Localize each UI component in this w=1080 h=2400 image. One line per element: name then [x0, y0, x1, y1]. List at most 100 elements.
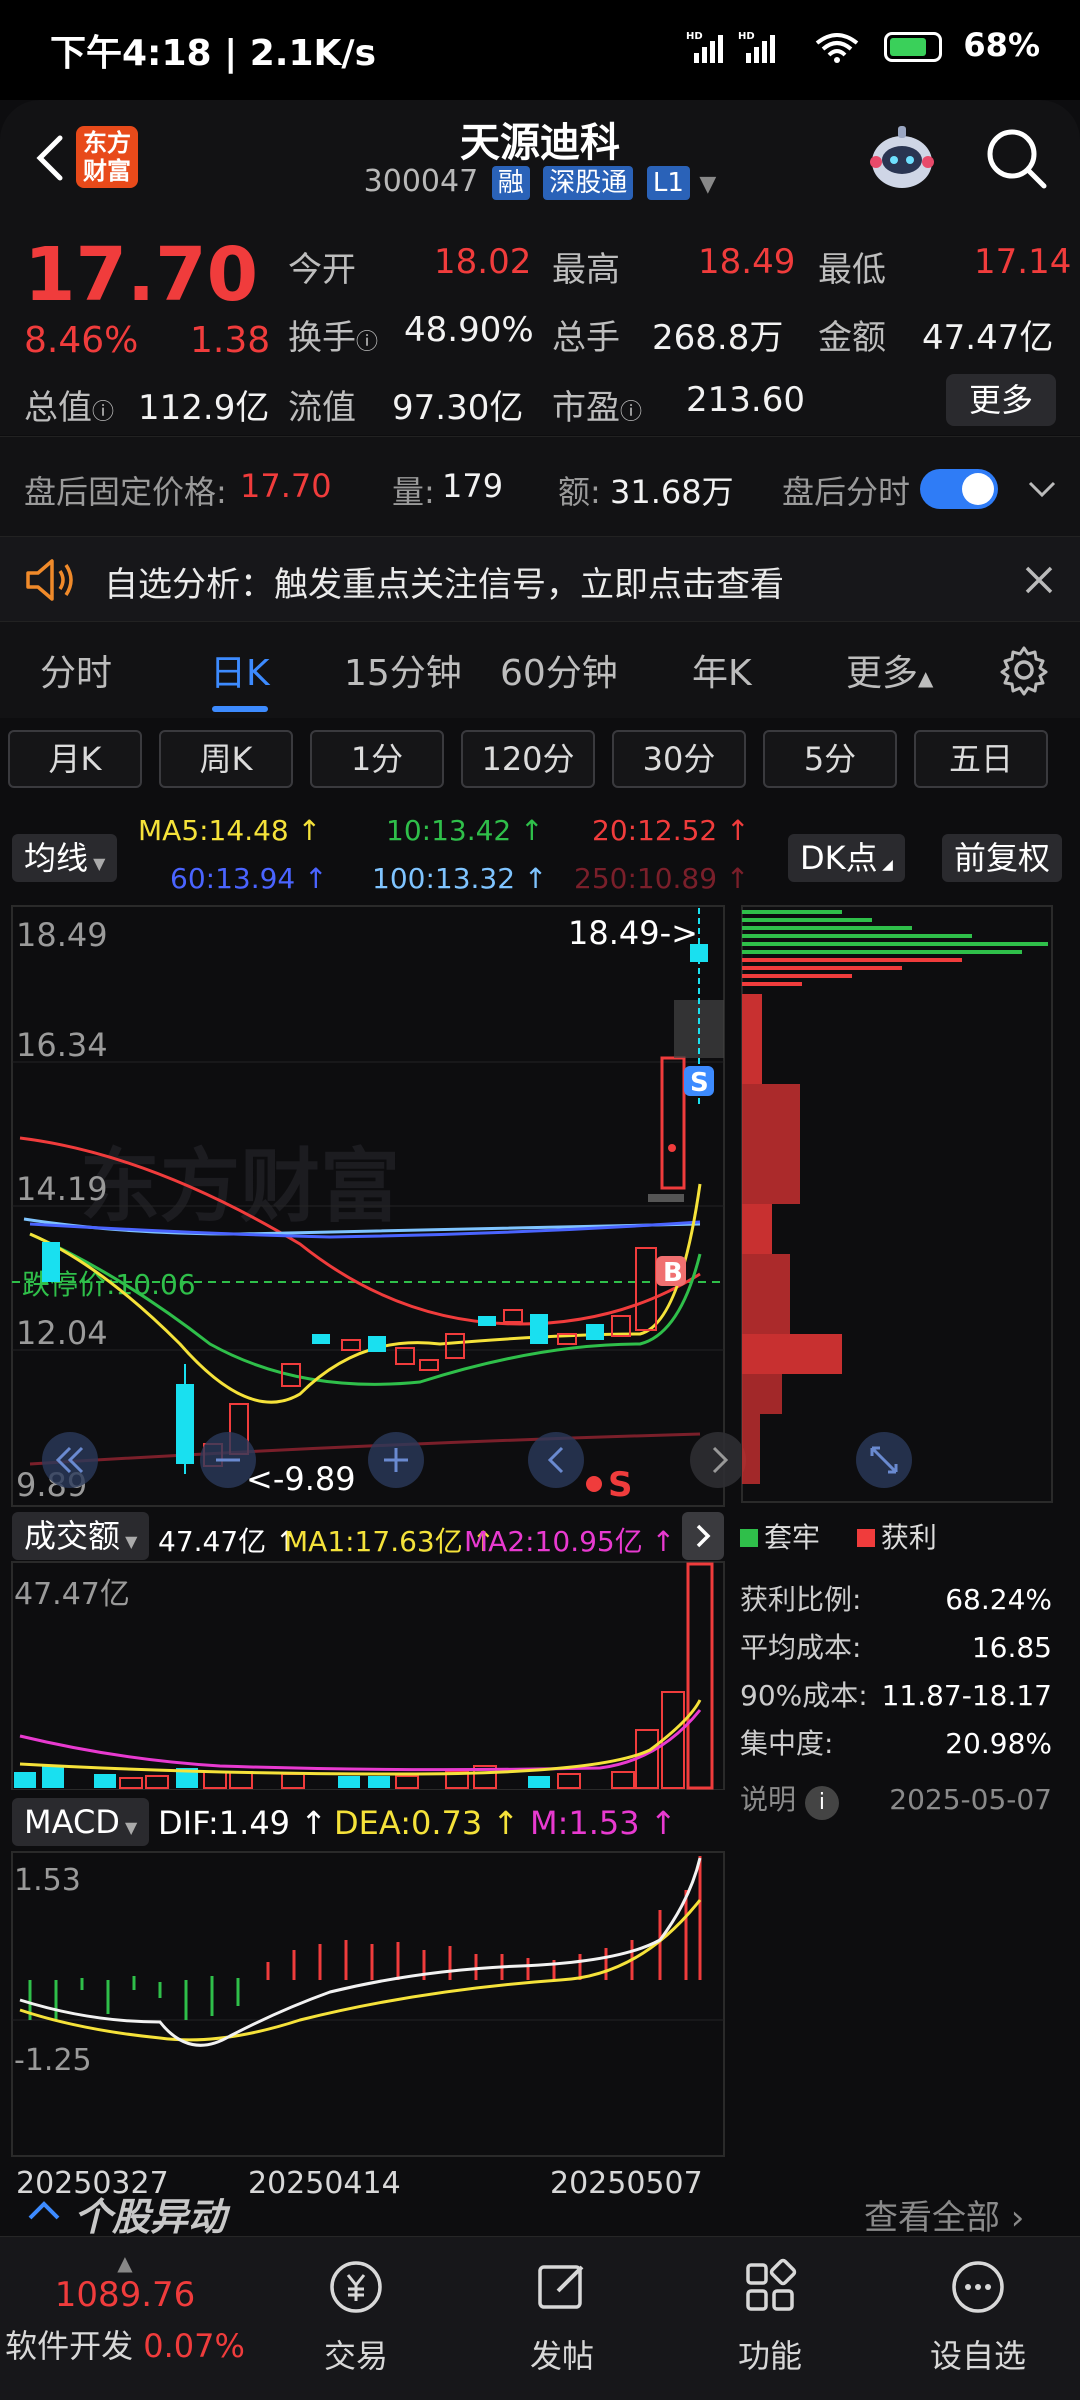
wifi-icon — [815, 33, 859, 63]
profit-swatch — [856, 1529, 875, 1547]
chevron-up-icon[interactable] — [26, 2196, 62, 2222]
float-cap-label: 流值 — [288, 388, 356, 428]
chip-30min[interactable]: 30分 — [612, 730, 746, 788]
volume-dropdown-button[interactable]: 成交额 ▼ — [12, 1512, 150, 1560]
speaker-icon — [26, 559, 73, 601]
kline-chart[interactable]: 东方财富 18.49 16.34 14.19 12.04 9.89 跌停价:10… — [0, 904, 1080, 1514]
chip-1min[interactable]: 1分 — [310, 730, 444, 788]
sector-index[interactable]: ▲ 1089.76 软件开发 0.07% — [0, 2251, 250, 2367]
chip-5min[interactable]: 5分 — [763, 730, 897, 788]
dropdown-triangle-icon: ▼ — [699, 172, 717, 197]
macd-dropdown-button[interactable]: MACD ▼ — [12, 1798, 150, 1846]
more-circle-icon — [952, 2261, 1004, 2313]
ma10-line — [29, 1232, 702, 1386]
macd-y-top: 1.53 — [14, 1863, 81, 1898]
view-all-link[interactable]: 查看全部 › — [864, 2190, 1024, 2239]
nav-functions-label: 功能 — [737, 2337, 802, 2375]
info-circle-icon: ⓘ — [92, 400, 115, 425]
open-label: 今开 — [288, 250, 356, 290]
sector-name: 软件开发 — [5, 2327, 134, 2365]
analysis-alert-banner[interactable]: 自选分析：触发重点关注信号，立即点击查看 — [0, 536, 1080, 622]
status-time: 下午4:18 | 2.1K/s — [50, 33, 377, 74]
high-value: 18.49 — [698, 242, 796, 282]
pe-value: 213.60 — [686, 380, 805, 420]
trapped-label: 套牢 — [764, 1521, 821, 1554]
robot-assistant-icon[interactable] — [862, 118, 942, 198]
gear-icon[interactable] — [998, 644, 1050, 696]
after-hours-vol-label: 量: — [392, 473, 435, 511]
y-label-2: 16.34 — [16, 1026, 108, 1064]
shenzhen-connect-tag: 深股通 — [543, 166, 634, 200]
svg-text:S: S — [690, 1068, 709, 1098]
chip-5day[interactable]: 五日 — [914, 730, 1048, 788]
chip-legend: 套牢 获利 — [740, 1516, 937, 1556]
scroll-right-button[interactable] — [690, 1432, 746, 1488]
ma10-value: 10:13.42 ↑ — [386, 814, 544, 847]
period-tabs: 分时 日K 15分钟 60分钟 年K 更多▲ — [0, 622, 1080, 718]
dk-point-button[interactable]: DK点 ◢ — [788, 834, 905, 882]
stat-profit-ratio: 获利比例: 68.24% — [740, 1583, 1052, 1616]
svg-text:HD: HD — [686, 31, 703, 42]
sell-dot — [586, 1476, 602, 1492]
tab-intraday[interactable]: 分时 — [40, 644, 112, 696]
ma5-value: MA5:14.48 ↑ — [138, 814, 322, 847]
after-hours-bar: 盘后固定价格: 17.70 量: 179 额: 31.68万 盘后分时 — [0, 436, 1080, 536]
volume-ma2: MA2:10.95亿 ↑ — [464, 1525, 676, 1558]
status-bar: 下午4:18 | 2.1K/s HD HD 68% — [0, 0, 1080, 100]
search-icon[interactable] — [982, 124, 1052, 194]
zoom-out-button[interactable] — [200, 1432, 256, 1488]
scroll-left-button[interactable] — [528, 1432, 584, 1488]
chevron-down-icon[interactable] — [1024, 473, 1060, 503]
macd-y-bottom: -1.25 — [14, 2043, 92, 2078]
y-label-3: 14.19 — [16, 1170, 108, 1208]
nav-trade-label: 交易 — [323, 2337, 388, 2375]
chip-stats: 获利比例: 68.24% 平均成本: 16.85 90%成本: 11.87-18.17… — [740, 1576, 1052, 1824]
movement-header: 个股异动 查看全部 › — [0, 2182, 1080, 2239]
ma-dropdown-button[interactable]: 均线 ▼ — [12, 834, 118, 882]
scroll-left-fast-button[interactable] — [42, 1432, 98, 1488]
trapped-swatch — [740, 1529, 758, 1547]
more-quote-button[interactable]: 更多 — [946, 374, 1056, 426]
tab-yearly-k[interactable]: 年K — [692, 644, 752, 696]
volume-value: 47.47亿 ↑ — [158, 1525, 299, 1558]
change-percent: 8.46% — [24, 320, 139, 361]
high-price-label: 18.49-> — [568, 914, 698, 952]
nav-functions[interactable]: 功能 — [700, 2257, 840, 2377]
volume-label: 总手 — [552, 318, 620, 358]
after-hours-toggle[interactable] — [920, 469, 998, 509]
y-label-top: 18.49 — [16, 916, 108, 954]
chip-120min[interactable]: 120分 — [461, 730, 595, 788]
volume-value: 268.8万 — [652, 318, 784, 358]
nav-post[interactable]: 发帖 — [492, 2257, 632, 2377]
after-hours-amt-label: 额: — [558, 473, 601, 511]
pe-label: 市盈ⓘ — [552, 388, 643, 428]
after-hours-vol: 179 — [442, 467, 504, 505]
amount-value: 47.47亿 — [922, 318, 1054, 358]
volume-next-button[interactable] — [682, 1512, 724, 1560]
chip-weekly-k[interactable]: 周K — [159, 730, 293, 788]
ma60-value: 60:13.94 ↑ — [170, 862, 328, 895]
bottom-nav: ▲ 1089.76 软件开发 0.07% 交易 发帖 功能 设自选 — [0, 2236, 1080, 2400]
nav-trade[interactable]: 交易 — [286, 2257, 426, 2377]
info-circle-icon: ⓘ — [620, 400, 643, 425]
tab-more[interactable]: 更多▲ — [846, 644, 933, 696]
volume-ma1-line — [19, 1699, 702, 1776]
close-icon[interactable] — [1022, 563, 1056, 597]
tab-60min[interactable]: 60分钟 — [500, 644, 618, 696]
ma250-line — [29, 1432, 701, 1466]
chip-monthly-k[interactable]: 月K — [8, 730, 142, 788]
current-price: 17.70 — [24, 232, 259, 318]
expand-chip-button[interactable] — [856, 1432, 912, 1488]
low-price-label: <-9.89 — [246, 1460, 356, 1498]
explain-link[interactable]: 说明 i — [740, 1776, 839, 1824]
nav-add-watchlist[interactable]: 设自选 — [908, 2257, 1048, 2377]
tab-15min[interactable]: 15分钟 — [344, 644, 462, 696]
macd-dif-line — [19, 1857, 702, 2047]
tab-daily-k[interactable]: 日K — [210, 644, 270, 696]
ma-legend: 均线 ▼ MA5:14.48 ↑ 10:13.42 ↑ 20:12.52 ↑ 6… — [0, 808, 1080, 908]
sell-signal-label: S — [608, 1465, 633, 1505]
yuan-coin-icon — [330, 2261, 382, 2313]
zoom-in-button[interactable] — [368, 1432, 424, 1488]
triangle-up-icon: ▲ — [117, 2251, 133, 2275]
adjust-button[interactable]: 前复权 — [942, 834, 1063, 882]
